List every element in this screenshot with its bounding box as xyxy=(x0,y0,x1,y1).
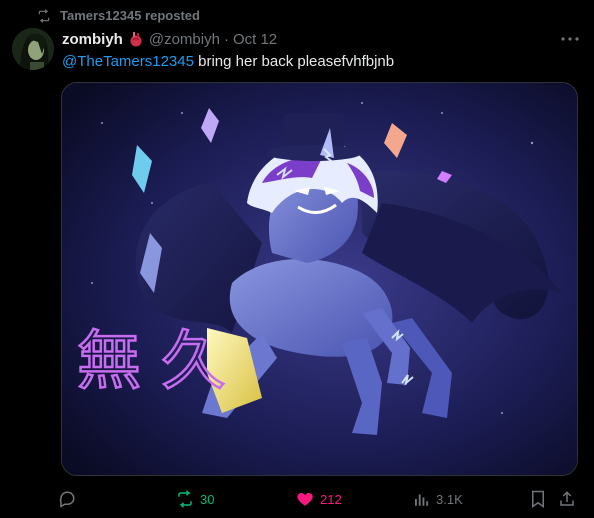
like-count: 212 xyxy=(320,491,342,507)
share-icon xyxy=(558,490,576,508)
post-header: zombiyh @zombiyh · Oct 12 xyxy=(62,29,582,49)
views-count: 3.1K xyxy=(436,491,463,507)
reply-button[interactable] xyxy=(58,488,82,510)
anatomical-heart-icon xyxy=(129,31,143,47)
bookmark-button[interactable] xyxy=(530,488,546,510)
heart-filled-icon xyxy=(296,490,314,508)
repost-banner[interactable]: Tamers12345 reposted xyxy=(36,8,200,23)
repost-button[interactable]: 30 xyxy=(176,488,214,510)
reply-icon xyxy=(58,490,76,508)
views-bar-icon xyxy=(412,490,430,508)
separator-dot: · xyxy=(223,30,229,48)
author-handle[interactable]: @zombiyh xyxy=(149,31,220,48)
mention-link[interactable]: @TheTamers12345 xyxy=(62,53,194,70)
post-body-text: bring her back pleasefvhfbjnb xyxy=(193,53,395,70)
repost-banner-text: Tamers12345 reposted xyxy=(60,8,200,23)
media-kanji-text: 無 久 xyxy=(77,325,225,399)
views-button[interactable]: 3.1K xyxy=(412,488,463,510)
action-bar: 30 212 3.1K xyxy=(58,488,582,510)
bookmark-icon xyxy=(530,490,546,508)
like-button[interactable]: 212 xyxy=(296,488,342,510)
avatar[interactable] xyxy=(12,28,54,70)
post-text: @TheTamers12345 bring her back pleasefvh… xyxy=(62,52,394,72)
repost-icon xyxy=(36,8,52,23)
post-date[interactable]: Oct 12 xyxy=(233,31,277,48)
share-button[interactable] xyxy=(558,488,576,510)
more-options-icon[interactable] xyxy=(558,29,582,49)
repost-icon xyxy=(176,490,194,508)
post-media-image[interactable]: 無 久 xyxy=(61,82,578,476)
repost-count: 30 xyxy=(200,491,215,507)
author-display-name[interactable]: zombiyh xyxy=(62,31,123,48)
